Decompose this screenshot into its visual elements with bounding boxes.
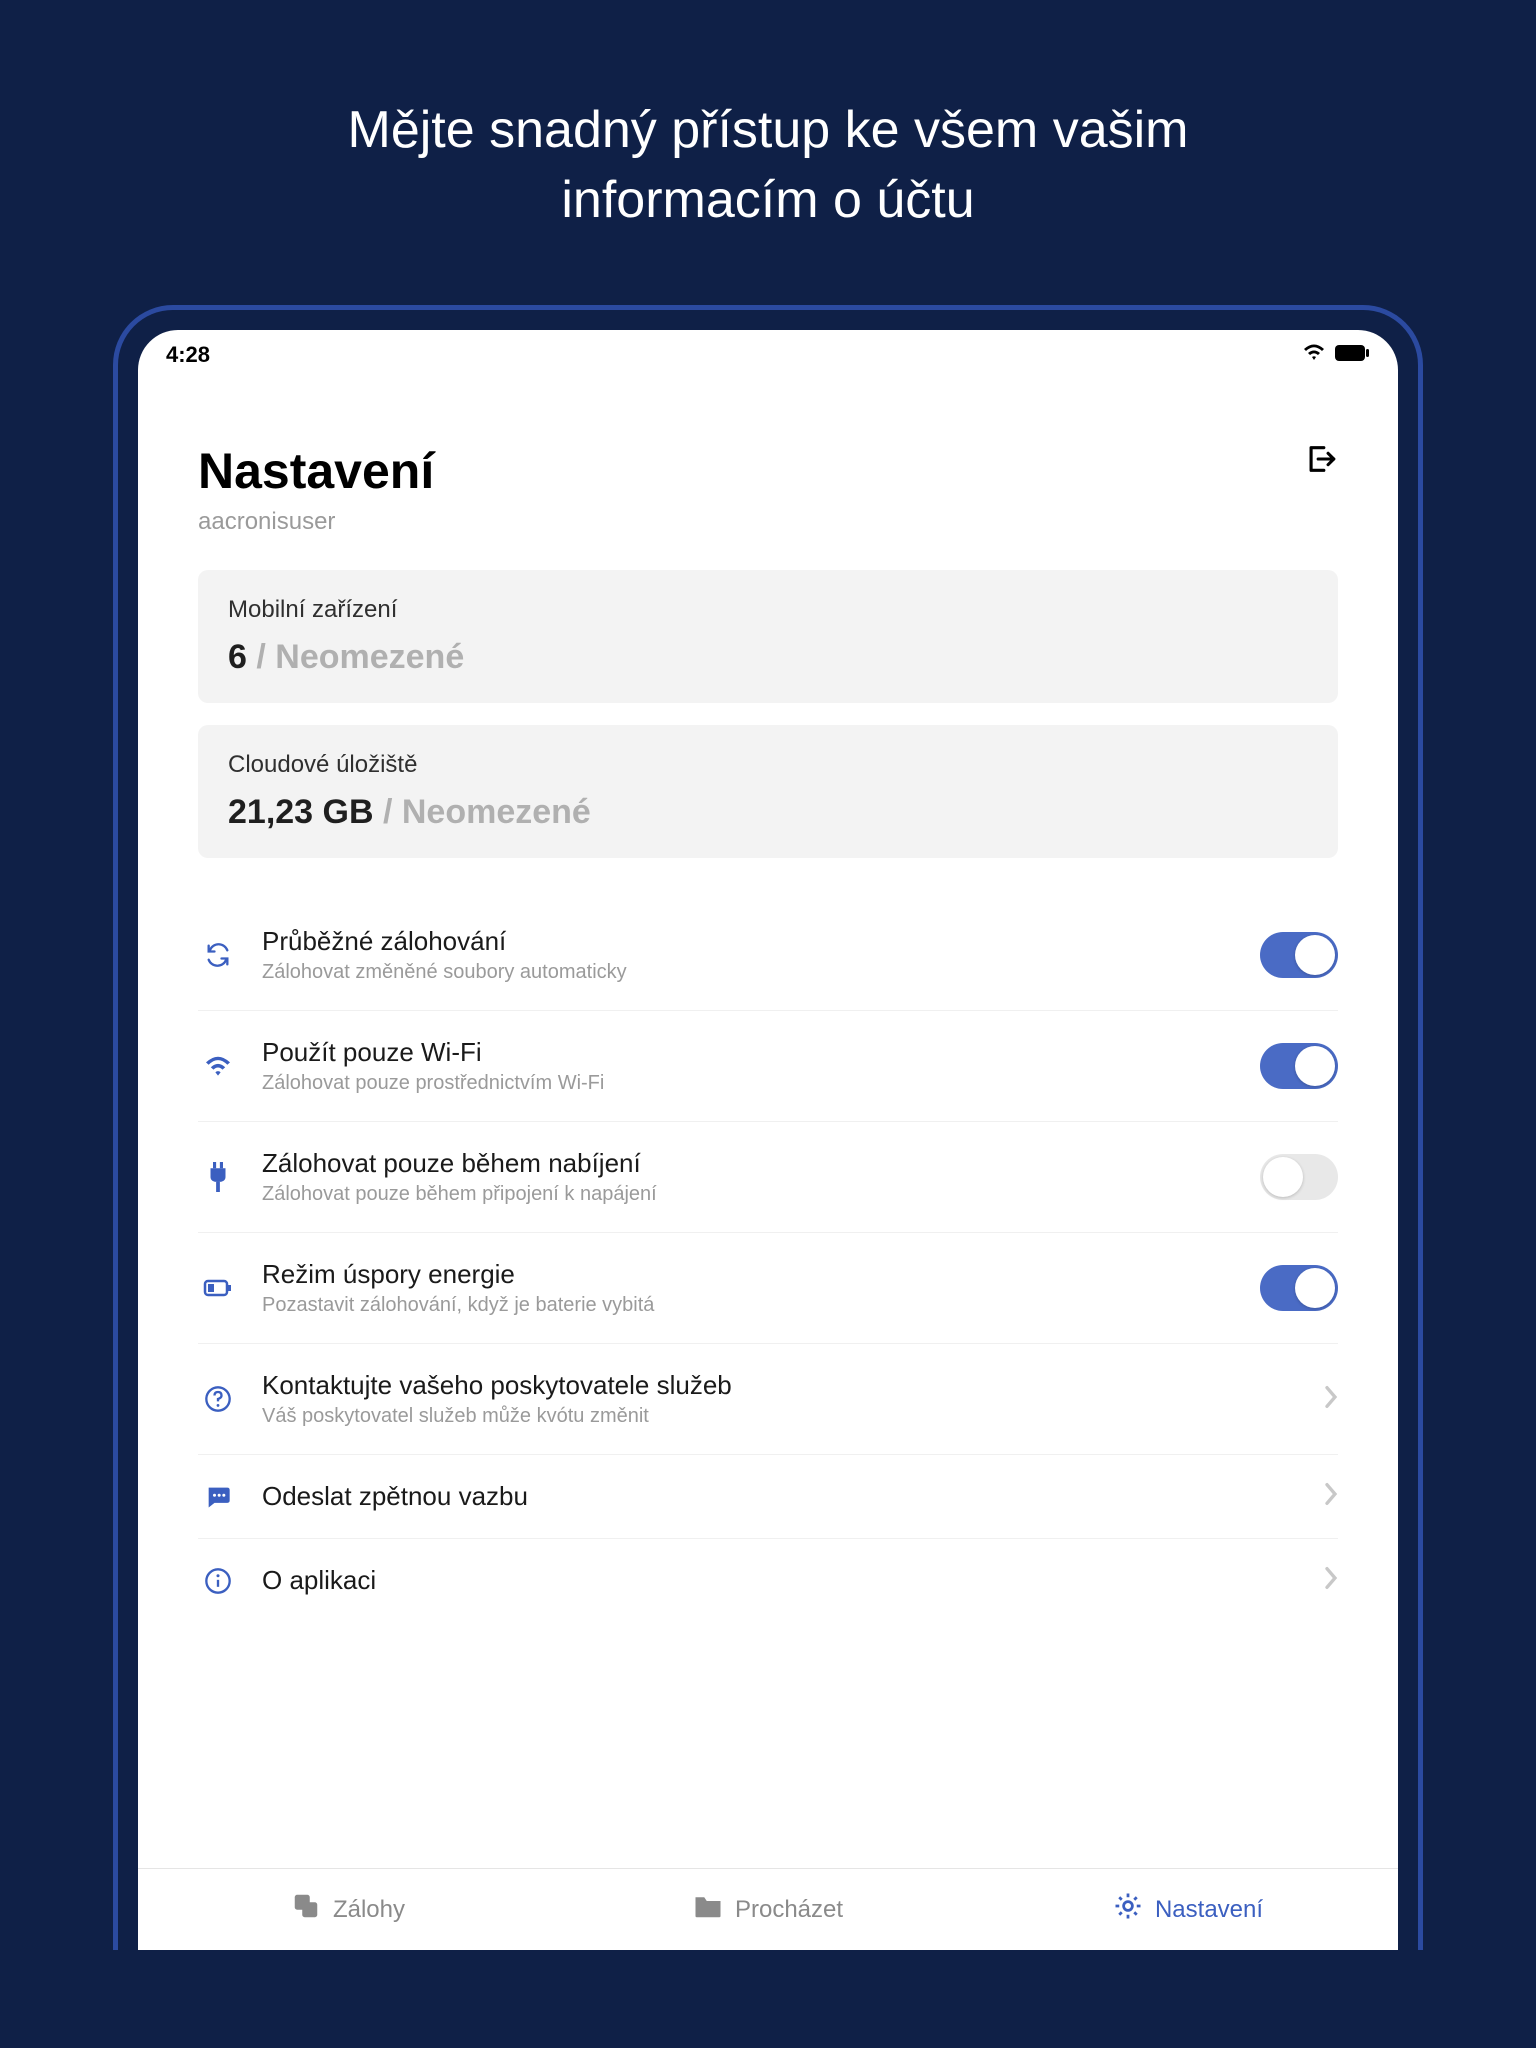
- setting-subtitle: Pozastavit zálohování, když je baterie v…: [262, 1294, 1236, 1317]
- tab-bar: Zálohy Procházet Nastavení: [138, 1868, 1398, 1950]
- storage-card: Cloudové úložiště 21,23 GB / Neomezené: [198, 725, 1338, 858]
- setting-subtitle: Zálohovat změněné soubory automaticky: [262, 961, 1236, 984]
- logout-button[interactable]: [1304, 442, 1338, 476]
- tab-label: Nastavení: [1155, 1896, 1263, 1924]
- setting-charging-only: Zálohovat pouze během nabíjení Zálohovat…: [198, 1121, 1338, 1232]
- chevron-right-icon: [1324, 1385, 1338, 1414]
- tab-label: Procházet: [735, 1896, 843, 1924]
- setting-contact-provider[interactable]: Kontaktujte vašeho poskytovatele služeb …: [198, 1343, 1338, 1454]
- tab-browse[interactable]: Procházet: [558, 1893, 978, 1926]
- devices-card: Mobilní zařízení 6 / Neomezené: [198, 570, 1338, 703]
- continuous-backup-toggle[interactable]: [1260, 932, 1338, 978]
- wifi-icon: [198, 1054, 238, 1078]
- wifi-only-toggle[interactable]: [1260, 1043, 1338, 1089]
- tab-label: Zálohy: [333, 1896, 405, 1924]
- chevron-right-icon: [1324, 1482, 1338, 1511]
- settings-list: Průběžné zálohování Zálohovat změněné so…: [198, 900, 1338, 1622]
- storage-value: 21,23 GB / Neomezené: [228, 793, 1308, 832]
- setting-power-save: Režim úspory energie Pozastavit zálohová…: [198, 1232, 1338, 1343]
- setting-subtitle: Váš poskytovatel služeb může kvótu změni…: [262, 1405, 1300, 1428]
- wifi-status-icon: [1302, 342, 1326, 368]
- tab-settings[interactable]: Nastavení: [978, 1891, 1398, 1928]
- setting-about[interactable]: O aplikaci: [198, 1538, 1338, 1622]
- device-screen: 4:28 Nastavení aacronisuser: [138, 330, 1398, 1950]
- battery-status-icon: [1334, 342, 1370, 368]
- tab-backups[interactable]: Zálohy: [138, 1891, 558, 1928]
- sync-icon: [198, 941, 238, 969]
- setting-continuous-backup: Průběžné zálohování Zálohovat změněné so…: [198, 900, 1338, 1010]
- setting-title: Průběžné zálohování: [262, 926, 1236, 957]
- setting-title: Režim úspory energie: [262, 1259, 1236, 1290]
- username-label: aacronisuser: [198, 508, 434, 536]
- devices-label: Mobilní zařízení: [228, 596, 1308, 624]
- info-icon: [198, 1567, 238, 1595]
- devices-value: 6 / Neomezené: [228, 638, 1308, 677]
- setting-wifi-only: Použít pouze Wi-Fi Zálohovat pouze prost…: [198, 1010, 1338, 1121]
- chat-icon: [198, 1483, 238, 1511]
- backups-icon: [291, 1891, 321, 1928]
- page-title: Nastavení: [198, 442, 434, 500]
- setting-title: Kontaktujte vašeho poskytovatele služeb: [262, 1370, 1300, 1401]
- gear-icon: [1113, 1891, 1143, 1928]
- chevron-right-icon: [1324, 1566, 1338, 1595]
- status-bar: 4:28: [138, 330, 1398, 372]
- setting-title: Zálohovat pouze během nabíjení: [262, 1148, 1236, 1179]
- charging-only-toggle[interactable]: [1260, 1154, 1338, 1200]
- setting-feedback[interactable]: Odeslat zpětnou vazbu: [198, 1454, 1338, 1538]
- device-frame: 4:28 Nastavení aacronisuser: [113, 305, 1423, 1950]
- setting-title: Použít pouze Wi-Fi: [262, 1037, 1236, 1068]
- help-icon: [198, 1385, 238, 1413]
- folder-icon: [693, 1893, 723, 1926]
- setting-subtitle: Zálohovat pouze prostřednictvím Wi-Fi: [262, 1072, 1236, 1095]
- power-save-toggle[interactable]: [1260, 1265, 1338, 1311]
- setting-title: Odeslat zpětnou vazbu: [262, 1481, 1300, 1512]
- plug-icon: [198, 1162, 238, 1192]
- status-time: 4:28: [166, 342, 210, 368]
- storage-label: Cloudové úložiště: [228, 751, 1308, 779]
- battery-icon: [198, 1278, 238, 1298]
- setting-title: O aplikaci: [262, 1565, 1300, 1596]
- promo-headline: Mějte snadný přístup ke všem vašim infor…: [348, 95, 1189, 235]
- setting-subtitle: Zálohovat pouze během připojení k napáje…: [262, 1183, 1236, 1206]
